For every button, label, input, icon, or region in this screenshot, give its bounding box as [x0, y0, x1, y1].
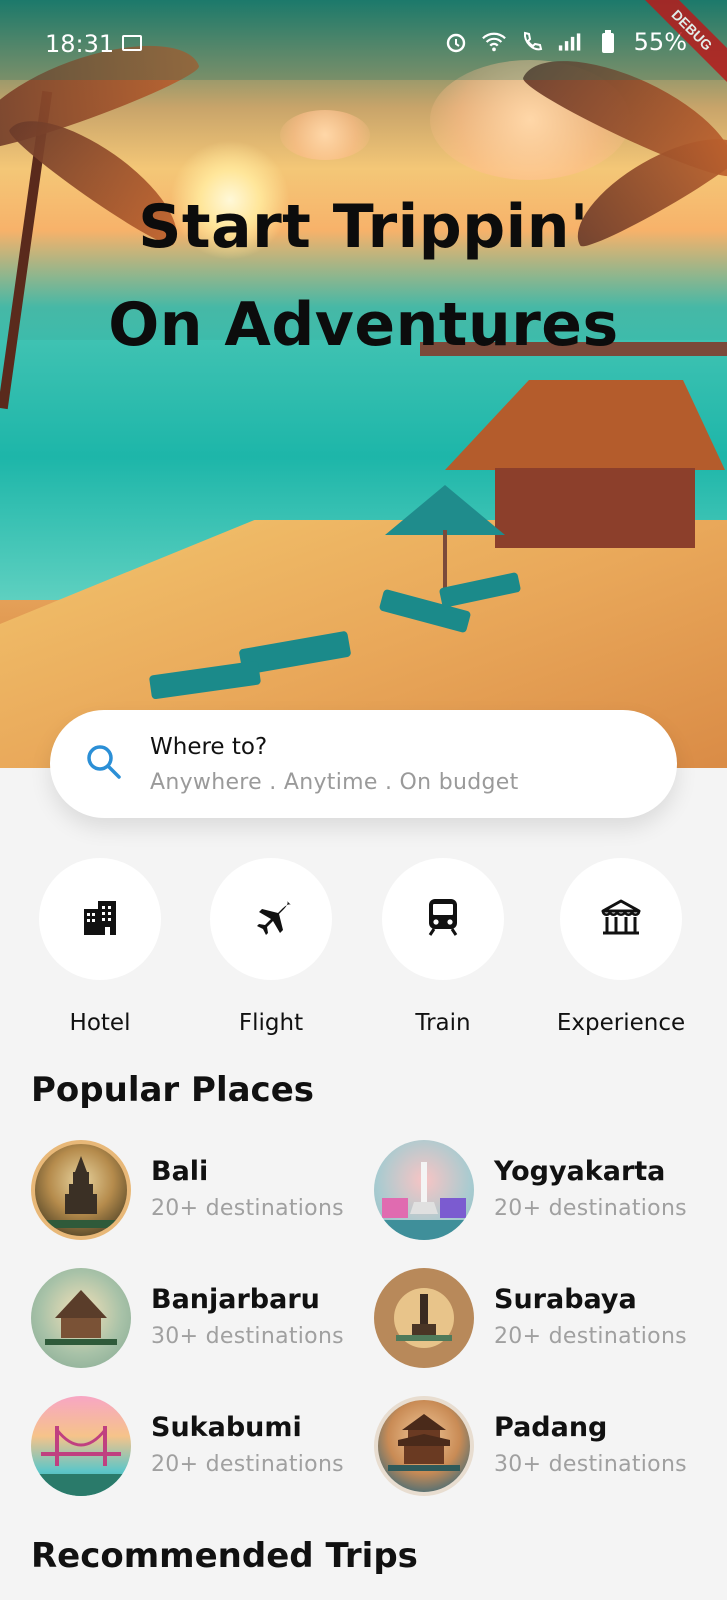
place-destinations: 30+ destinations — [151, 1324, 344, 1349]
hero-cloud — [280, 110, 370, 160]
category-experience[interactable]: Experience — [536, 858, 706, 1036]
category-label: Experience — [556, 1010, 686, 1036]
place-card-bali[interactable]: Bali 20+ destinations — [31, 1140, 371, 1242]
flight-icon-circle[interactable] — [210, 858, 332, 980]
place-thumbnail — [374, 1396, 474, 1496]
category-label: Train — [415, 1010, 471, 1036]
hero-title-line1: Start Trippin' — [138, 192, 589, 262]
train-icon-circle[interactable] — [382, 858, 504, 980]
place-name: Sukabumi — [151, 1412, 302, 1443]
hero-hut — [495, 468, 695, 548]
status-bar: 18:31 55% DEBUG — [0, 0, 727, 85]
search-bar[interactable]: Where to? Anywhere . Anytime . On budget — [50, 710, 677, 818]
place-destinations: 20+ destinations — [151, 1452, 344, 1477]
flight-icon — [251, 897, 291, 942]
signal-icon — [558, 30, 582, 54]
recommended-trips-title: Recommended Trips — [31, 1536, 418, 1576]
place-name: Surabaya — [494, 1284, 637, 1315]
experience-icon — [599, 897, 643, 942]
place-name: Banjarbaru — [151, 1284, 320, 1315]
place-thumbnail — [31, 1396, 131, 1496]
place-thumbnail — [31, 1140, 131, 1240]
wifi-icon — [481, 30, 506, 54]
call-icon — [520, 30, 544, 54]
place-destinations: 20+ destinations — [494, 1324, 687, 1349]
category-label: Hotel — [69, 1010, 131, 1036]
place-card-yogyakarta[interactable]: Yogyakarta 20+ destinations — [374, 1140, 714, 1242]
experience-icon-circle[interactable] — [560, 858, 682, 980]
place-destinations: 20+ destinations — [494, 1196, 687, 1221]
hero-title-line2: On Adventures — [108, 290, 619, 360]
place-name: Bali — [151, 1156, 209, 1187]
category-train[interactable]: Train — [358, 858, 528, 1036]
status-time: 18:31 — [45, 30, 115, 58]
popular-places-title: Popular Places — [31, 1070, 314, 1110]
place-destinations: 20+ destinations — [151, 1196, 344, 1221]
hero-title: Start Trippin' On Adventures — [0, 178, 727, 374]
hotel-icon — [80, 897, 120, 942]
place-card-surabaya[interactable]: Surabaya 20+ destinations — [374, 1268, 714, 1370]
search-icon — [84, 742, 124, 782]
category-hotel[interactable]: Hotel — [15, 858, 185, 1036]
category-flight[interactable]: Flight — [186, 858, 356, 1036]
search-subtitle: Anywhere . Anytime . On budget — [150, 770, 519, 795]
train-icon — [423, 897, 463, 942]
category-label: Flight — [238, 1010, 304, 1036]
alarm-icon — [444, 30, 468, 54]
place-name: Padang — [494, 1412, 608, 1443]
place-thumbnail — [31, 1268, 131, 1368]
hero-banner: Start Trippin' On Adventures — [0, 0, 727, 768]
place-card-banjarbaru[interactable]: Banjarbaru 30+ destinations — [31, 1268, 371, 1370]
calendar-icon — [122, 35, 142, 51]
status-icons: 55% — [444, 28, 687, 56]
hotel-icon-circle[interactable] — [39, 858, 161, 980]
place-destinations: 30+ destinations — [494, 1452, 687, 1477]
battery-icon — [596, 30, 620, 54]
search-title: Where to? — [150, 734, 268, 760]
place-card-padang[interactable]: Padang 30+ destinations — [374, 1396, 714, 1498]
place-thumbnail — [374, 1268, 474, 1368]
place-thumbnail — [374, 1140, 474, 1240]
place-card-sukabumi[interactable]: Sukabumi 20+ destinations — [31, 1396, 371, 1498]
place-name: Yogyakarta — [494, 1156, 666, 1187]
